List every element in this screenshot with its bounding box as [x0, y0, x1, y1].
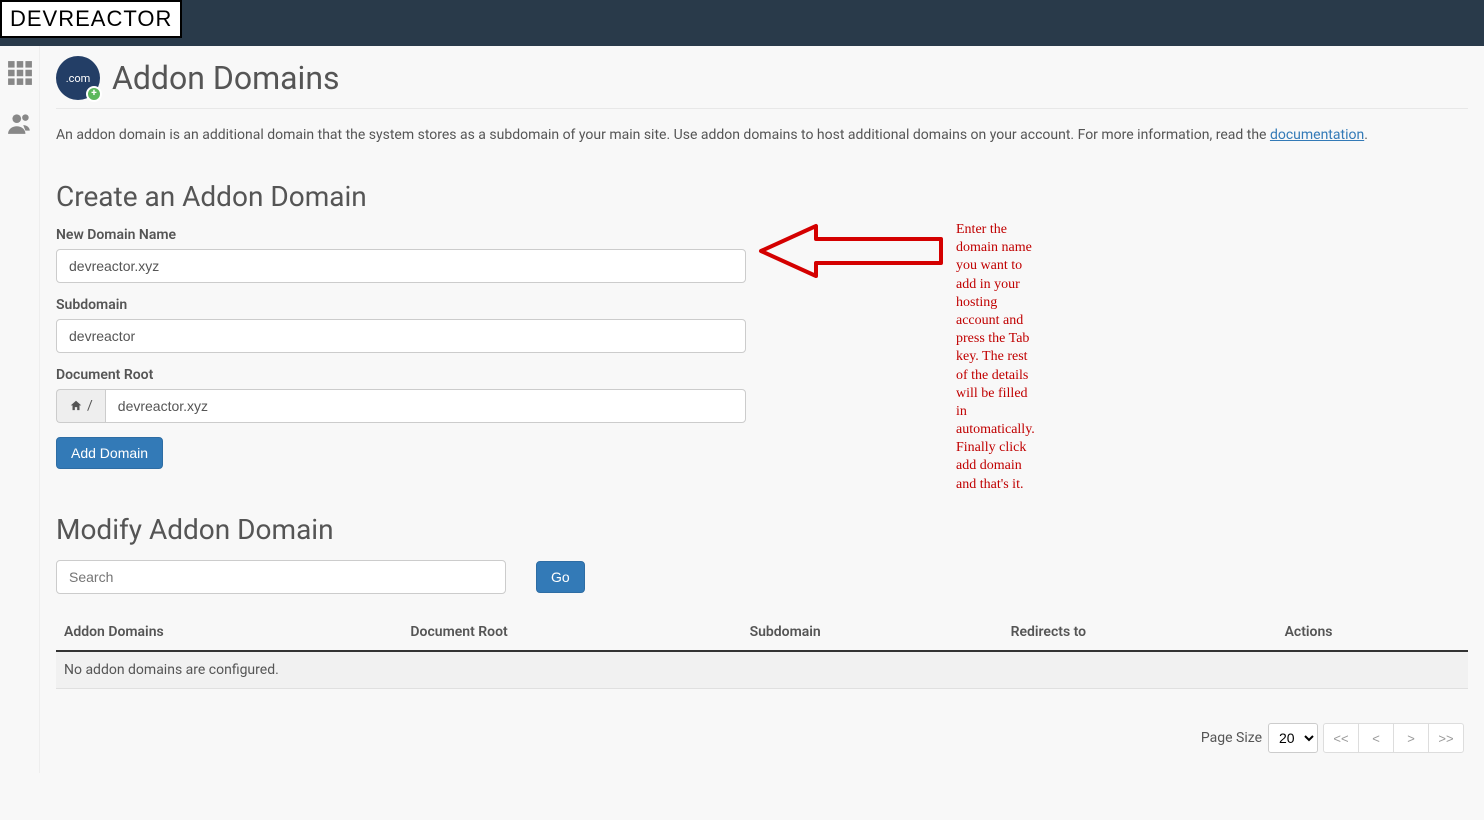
col-subdomain: Subdomain	[742, 614, 1003, 651]
page-title: Addon Domains	[112, 59, 340, 97]
annotation-text: Enter the domain name you want to add in…	[956, 221, 1035, 494]
page-size-label: Page Size	[1201, 730, 1262, 746]
divider	[56, 108, 1468, 109]
left-sidebar	[0, 46, 40, 773]
arrow-left-icon	[756, 221, 946, 281]
docroot-label: Document Root	[56, 367, 746, 383]
new-domain-label: New Domain Name	[56, 227, 746, 243]
intro-text: An addon domain is an additional domain …	[56, 125, 1468, 146]
pagination: Page Size 20 << < > >>	[56, 723, 1468, 753]
add-domain-button[interactable]: Add Domain	[56, 437, 163, 469]
empty-message: No addon domains are configured.	[56, 651, 1468, 689]
annotation-overlay: Enter the domain name you want to add in…	[756, 221, 1035, 494]
go-button[interactable]: Go	[536, 561, 585, 593]
addon-domain-icon: .com +	[56, 56, 100, 100]
brand-logo: DEVREACTOR	[0, 0, 182, 38]
modify-heading: Modify Addon Domain	[56, 513, 1468, 546]
new-domain-input[interactable]	[56, 249, 746, 283]
pager-first-button[interactable]: <<	[1323, 723, 1359, 753]
pager-prev-button[interactable]: <	[1358, 723, 1394, 753]
pager-last-button[interactable]: >>	[1428, 723, 1464, 753]
plus-badge-icon: +	[86, 86, 102, 102]
col-redirects-to: Redirects to	[1003, 614, 1277, 651]
subdomain-input[interactable]	[56, 319, 746, 353]
table-row: No addon domains are configured.	[56, 651, 1468, 689]
col-actions: Actions	[1277, 614, 1468, 651]
addon-domain-table: Addon Domains Document Root Subdomain Re…	[56, 614, 1468, 689]
top-navbar: DEVREACTOR	[0, 0, 1484, 46]
pager-next-button[interactable]: >	[1393, 723, 1429, 753]
home-icon	[69, 399, 83, 413]
search-input[interactable]	[56, 560, 506, 594]
subdomain-label: Subdomain	[56, 297, 746, 313]
docroot-input[interactable]	[105, 389, 746, 423]
page-size-select[interactable]: 20	[1268, 723, 1318, 753]
create-heading: Create an Addon Domain	[56, 180, 1468, 213]
col-document-root: Document Root	[402, 614, 741, 651]
col-addon-domains: Addon Domains	[56, 614, 402, 651]
apps-grid-icon[interactable]	[7, 60, 33, 90]
documentation-link[interactable]: documentation	[1270, 127, 1364, 143]
docroot-prefix: /	[56, 389, 105, 423]
users-icon[interactable]	[7, 110, 33, 140]
